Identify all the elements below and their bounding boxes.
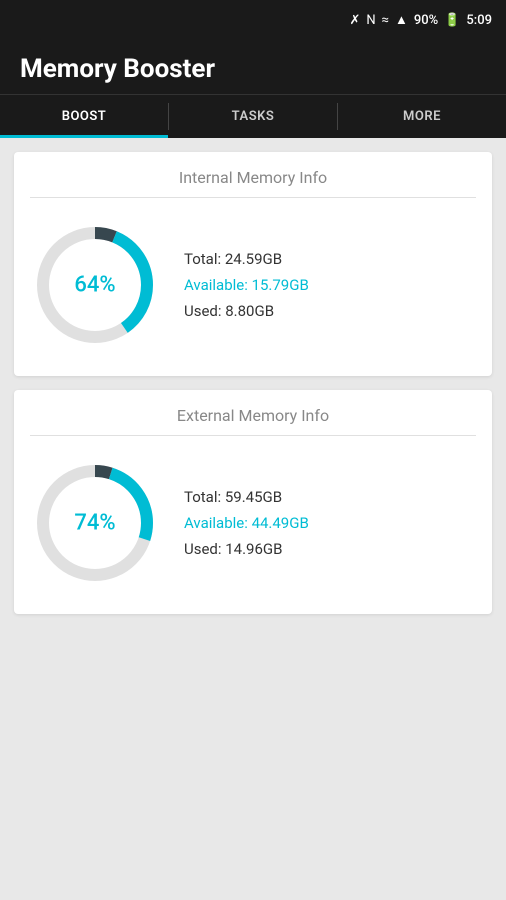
external-available: Available: 44.49GB: [184, 514, 309, 532]
external-memory-card: External Memory Info 74% Total: 59.45GB …: [14, 390, 492, 614]
tab-more[interactable]: MORE: [338, 95, 506, 138]
internal-used: Used: 8.80GB: [184, 302, 309, 320]
app-title: Memory Booster: [20, 54, 486, 84]
battery-text: 90%: [414, 13, 438, 28]
network-icon: N: [366, 13, 375, 28]
app-header: Memory Booster: [0, 40, 506, 94]
internal-donut-chart: 64%: [30, 220, 160, 350]
tab-boost[interactable]: BOOST: [0, 95, 168, 138]
main-content: Internal Memory Info 64% Total: 24.59GB …: [0, 138, 506, 628]
external-percentage-label: 74%: [74, 511, 115, 536]
internal-memory-info: Total: 24.59GB Available: 15.79GB Used: …: [184, 250, 309, 320]
signal-icon: ▲: [395, 12, 408, 28]
tab-bar: BOOST TASKS MORE: [0, 94, 506, 138]
internal-memory-title: Internal Memory Info: [30, 168, 476, 198]
tab-tasks[interactable]: TASKS: [169, 95, 337, 138]
internal-memory-card: Internal Memory Info 64% Total: 24.59GB …: [14, 152, 492, 376]
external-used: Used: 14.96GB: [184, 540, 309, 558]
time-text: 5:09: [466, 13, 492, 28]
internal-memory-body: 64% Total: 24.59GB Available: 15.79GB Us…: [30, 210, 476, 360]
external-memory-title: External Memory Info: [30, 406, 476, 436]
internal-available: Available: 15.79GB: [184, 276, 309, 294]
status-icons: ✗ N ≈ ▲ 90% 🔋 5:09: [349, 12, 492, 28]
internal-total: Total: 24.59GB: [184, 250, 309, 268]
internal-percentage-label: 64%: [74, 273, 115, 298]
external-total: Total: 59.45GB: [184, 488, 309, 506]
external-memory-info: Total: 59.45GB Available: 44.49GB Used: …: [184, 488, 309, 558]
bluetooth-icon: ✗: [349, 13, 360, 28]
external-memory-body: 74% Total: 59.45GB Available: 44.49GB Us…: [30, 448, 476, 598]
external-donut-chart: 74%: [30, 458, 160, 588]
status-bar: ✗ N ≈ ▲ 90% 🔋 5:09: [0, 0, 506, 40]
battery-icon: 🔋: [444, 13, 460, 28]
wifi-icon: ≈: [382, 13, 389, 28]
